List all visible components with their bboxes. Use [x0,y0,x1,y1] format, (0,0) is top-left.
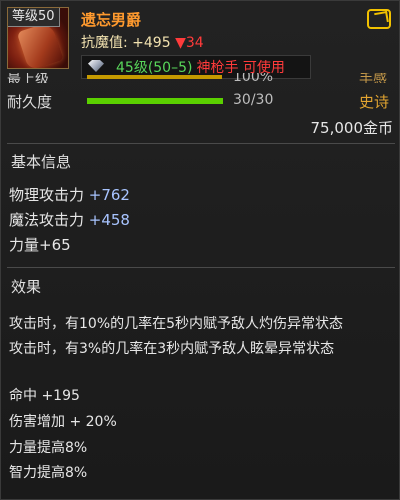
durability-label: 耐久度 [7,93,53,111]
effects-title: 效果 [11,278,42,296]
durability-row: 耐久度 30/30 史诗 [7,91,395,111]
divider [7,267,395,268]
item-name: 遗忘男爵 [81,11,142,29]
resist-line: 抗魔值: +495 ▼34 [81,32,204,52]
durability-fill [87,98,223,104]
item-tooltip: 等级50 遗忘男爵 抗魔值: +495 ▼34 45级(50–5) 神枪手 可使… [0,0,400,500]
gauntlet-shape [16,21,64,68]
resist-plus: +495 [132,35,176,51]
durability-bar [87,98,223,104]
bonus-damage: 伤害增加 + 20% [9,414,117,430]
bonus-strength: 力量提高8% [9,440,88,456]
grade-bar [87,75,222,79]
durability-value: 30/30 [233,92,274,108]
level-badge: 等级50 [8,8,60,27]
grade-right: 手感 [359,73,387,83]
gauntlet-icon: 等级50 [7,7,69,69]
stat-magic-attack: 魔法攻击力 +458 [9,209,130,230]
bonus-hit: 命中 +195 [9,388,80,404]
stat-strength: 力量+65 [9,234,71,255]
resist-label: 抗魔值: [81,35,133,51]
stat-label: 物理攻击力 [9,186,89,204]
grade-label: 最上级 [7,73,49,83]
stat-label: 魔法攻击力 [9,211,89,229]
stat-label: 力量 [9,236,40,254]
price: 75,000金币 [310,119,394,137]
basic-info-title: 基本信息 [11,153,72,171]
stat-value: +458 [88,211,130,229]
divider [7,143,395,144]
bonus-intelligence: 智力提高8% [9,465,88,481]
tooltip-header: 等级50 遗忘男爵 抗魔值: +495 ▼34 45级(50–5) 神枪手 可使… [1,1,400,143]
stat-value: +65 [39,236,71,254]
share-icon[interactable] [367,9,391,29]
effect-burn: 攻击时，有10%的几率在5秒内赋予敌人灼伤异常状态 [9,316,344,332]
stat-value: +762 [88,186,130,204]
grade-row: 最上级 100% 手感 [7,73,395,83]
resist-down: ▼34 [175,35,204,51]
effect-stun: 攻击时，有3%的几率在3秒内赋予敌人眩晕异常状态 [9,341,335,357]
grade-value: 100% [233,73,274,83]
rarity-label: 史诗 [359,93,390,111]
stat-physical-attack: 物理攻击力 +762 [9,184,130,205]
